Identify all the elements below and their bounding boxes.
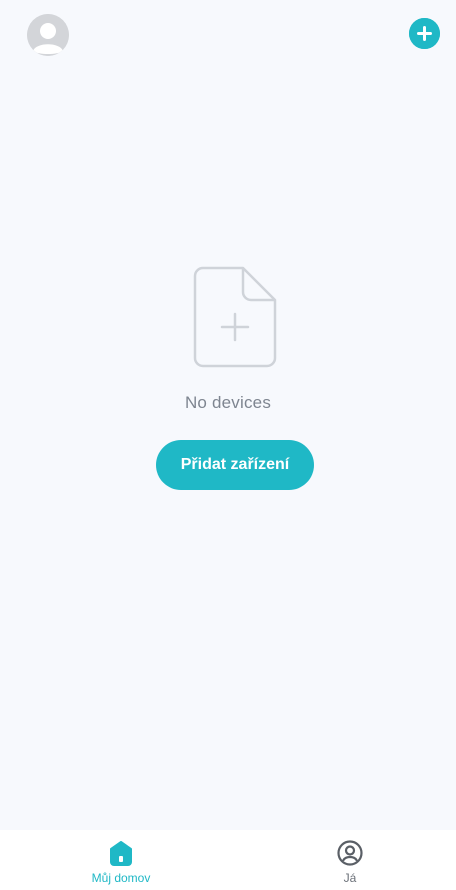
add-device-button[interactable] (409, 18, 440, 49)
home-icon (110, 841, 132, 866)
bottom-navigation: Můj domov Já (0, 830, 456, 890)
nav-label-me: Já (343, 871, 357, 885)
nav-label-my-home: Můj domov (91, 871, 151, 885)
plus-circle-icon (409, 18, 440, 49)
user-avatar-icon[interactable] (27, 14, 69, 56)
home-screen: No devices Přidat zařízení Můj domov Já (0, 0, 456, 890)
new-document-icon (193, 266, 277, 368)
nav-item-me[interactable]: Já (290, 839, 410, 885)
empty-state-message: No devices (184, 393, 272, 412)
nav-item-my-home[interactable]: Můj domov (61, 839, 181, 885)
profile-icon (337, 840, 363, 866)
add-device-primary-button[interactable]: Přidat zařízení (156, 440, 314, 490)
